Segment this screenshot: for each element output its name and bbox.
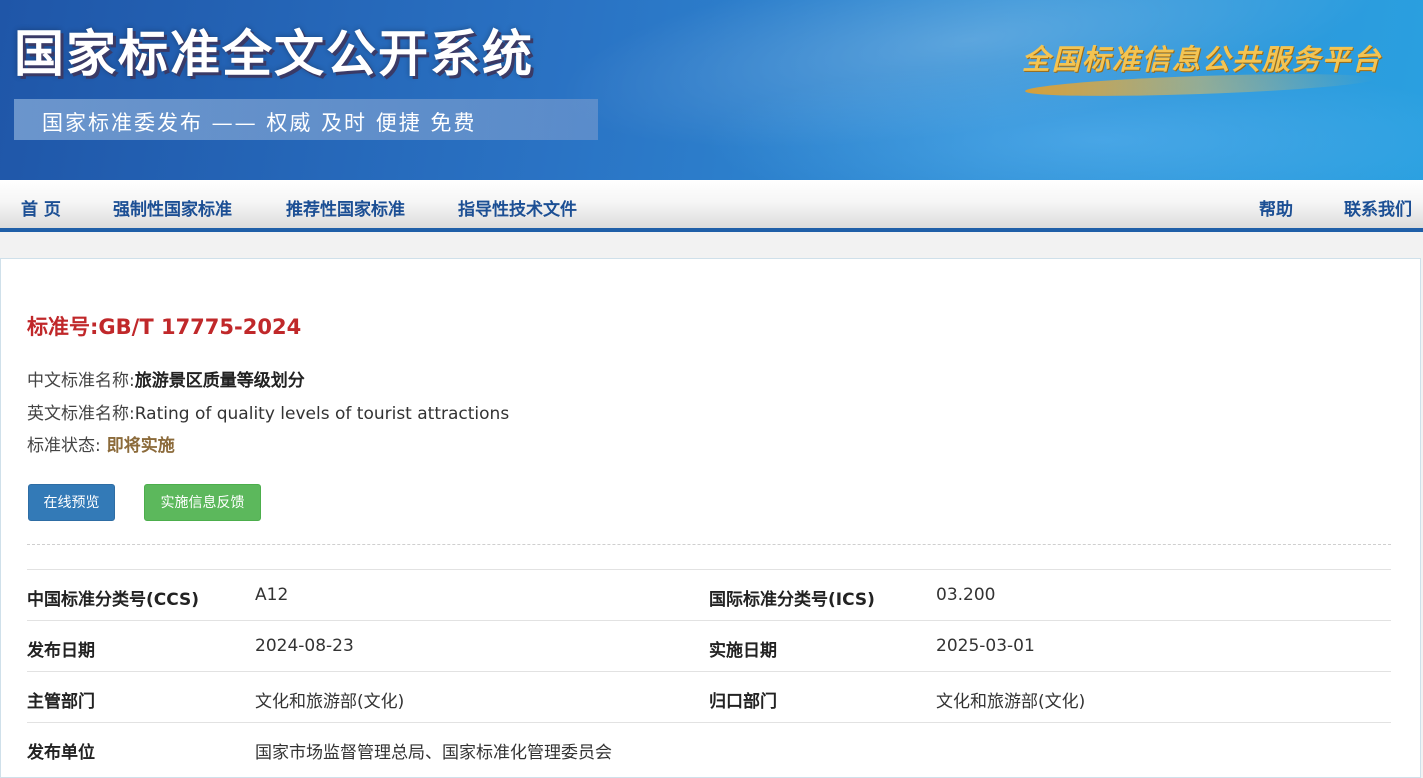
- cn-name-row: 中文标准名称:旅游景区质量等级划分: [27, 366, 305, 391]
- detail-value: 国家市场监督管理总局、国家标准化管理委员会: [255, 743, 612, 763]
- online-preview-button[interactable]: 在线预览: [28, 484, 115, 521]
- table-row: 发布单位 国家市场监督管理总局、国家标准化管理委员会: [27, 722, 1391, 773]
- nav-recommended-standards[interactable]: 推荐性国家标准: [286, 195, 405, 220]
- table-row: 发布日期 2024-08-23 实施日期 2025-03-01: [27, 620, 1391, 671]
- detail-value: A12: [255, 585, 289, 605]
- detail-key: 中国标准分类号(CCS): [27, 590, 200, 610]
- slogan-text: 国家标准委发布 —— 权威 及时 便捷 免费: [42, 111, 477, 135]
- cn-name-label: 中文标准名称:: [27, 371, 135, 391]
- feedback-button[interactable]: 实施信息反馈: [144, 484, 261, 521]
- en-name-label: 英文标准名称:: [27, 404, 135, 424]
- nav-mandatory-standards[interactable]: 强制性国家标准: [113, 195, 232, 220]
- standard-number-label: 标准号:: [27, 315, 99, 339]
- platform-logo-text: 全国标准信息公共服务平台: [1022, 43, 1383, 76]
- detail-key: 归口部门: [709, 692, 777, 712]
- main-nav: 首 页 强制性国家标准 推荐性国家标准 指导性技术文件 帮助 联系我们: [0, 180, 1423, 232]
- table-row: 主管部门 文化和旅游部(文化) 归口部门 文化和旅游部(文化): [27, 671, 1391, 722]
- cn-name-value: 旅游景区质量等级划分: [134, 371, 305, 391]
- detail-key: 实施日期: [709, 641, 777, 661]
- nav-contact[interactable]: 联系我们: [1344, 195, 1412, 220]
- divider: [27, 544, 1391, 545]
- detail-value: 2024-08-23: [255, 636, 354, 656]
- standard-number: GB/T 17775-2024: [98, 315, 302, 339]
- status-row: 标准状态: 即将实施: [27, 431, 175, 456]
- table-row: 中国标准分类号(CCS) A12 国际标准分类号(ICS) 03.200: [27, 569, 1391, 620]
- detail-key: 发布单位: [27, 743, 95, 763]
- detail-value: 03.200: [936, 585, 996, 605]
- detail-key: 国际标准分类号(ICS): [709, 590, 875, 610]
- detail-value: 2025-03-01: [936, 636, 1035, 656]
- details-table: 中国标准分类号(CCS) A12 国际标准分类号(ICS) 03.200 发布日…: [27, 569, 1391, 773]
- detail-key: 主管部门: [27, 692, 95, 712]
- slogan-banner: 国家标准委发布 —— 权威 及时 便捷 免费: [14, 99, 598, 140]
- nav-guidance-documents[interactable]: 指导性技术文件: [458, 195, 577, 220]
- header-banner: 国家标准全文公开系统 国家标准委发布 —— 权威 及时 便捷 免费 全国标准信息…: [0, 0, 1423, 180]
- status-value: 即将实施: [106, 436, 175, 456]
- detail-value: 文化和旅游部(文化): [255, 692, 405, 712]
- detail-value: 文化和旅游部(文化): [936, 692, 1086, 712]
- detail-key: 发布日期: [27, 641, 95, 661]
- standard-number-heading: 标准号:GB/T 17775-2024: [27, 311, 301, 341]
- nav-help[interactable]: 帮助: [1259, 195, 1293, 220]
- nav-home[interactable]: 首 页: [21, 195, 61, 220]
- standard-detail-panel: 标准号:GB/T 17775-2024 中文标准名称:旅游景区质量等级划分 英文…: [0, 258, 1421, 778]
- en-name-value: Rating of quality levels of tourist attr…: [134, 404, 510, 424]
- en-name-row: 英文标准名称:Rating of quality levels of touri…: [27, 399, 509, 424]
- status-label: 标准状态:: [27, 436, 101, 456]
- site-title: 国家标准全文公开系统: [14, 25, 534, 83]
